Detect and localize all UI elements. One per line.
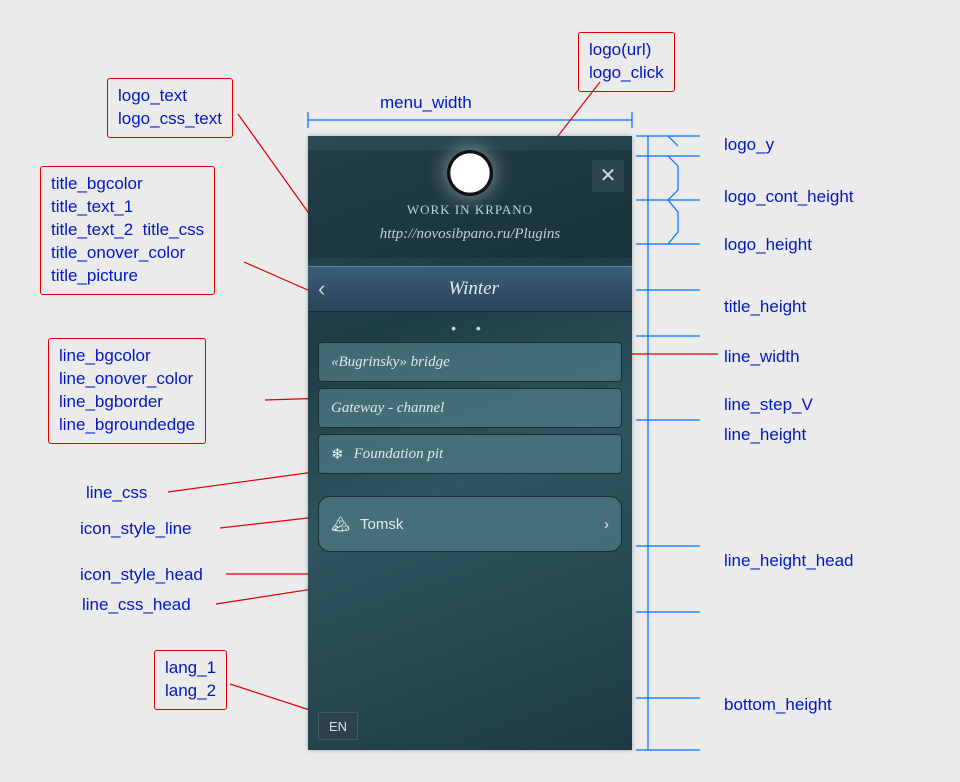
mountain-icon: 🏔 <box>331 515 350 533</box>
title-bar: ‹ Winter <box>308 266 632 312</box>
label-line-step-v: line_step_V <box>724 394 813 416</box>
box-line: line_bgcolor line_onover_color line_bgbo… <box>48 338 206 444</box>
label-line-height: line_height <box>724 424 806 446</box>
pagination-dots: • • <box>308 320 632 336</box>
language-button[interactable]: EN <box>318 712 358 740</box>
label-line-css: line_css <box>86 482 147 504</box>
label-line-css-head: line_css_head <box>82 594 191 616</box>
label-logo-cont-height: logo_cont_height <box>724 186 854 208</box>
label-logo-y: logo_y <box>724 134 774 156</box>
back-button[interactable]: ‹ <box>318 276 325 302</box>
menu-panel: ✕ WORK IN KRPANO http://novosibpano.ru/P… <box>308 136 632 750</box>
menu-item-label: Gateway - channel <box>331 400 444 417</box>
logo-icon[interactable] <box>447 150 493 196</box>
menu-item-gateway[interactable]: Gateway - channel <box>318 388 622 428</box>
label-title-height: title_height <box>724 296 806 318</box>
bottom-bar: EN <box>308 702 632 750</box>
label-icon-style-line: icon_style_line <box>80 518 192 540</box>
snowflake-icon: ❄ <box>331 445 344 464</box>
label-logo-height: logo_height <box>724 234 812 256</box>
box-lang: lang_1 lang_2 <box>154 650 227 710</box>
label-icon-style-head: icon_style_head <box>80 564 203 586</box>
chevron-right-icon: › <box>604 516 609 533</box>
logo-url-text[interactable]: http://novosibpano.ru/Plugins <box>308 226 632 243</box>
box-title: title_bgcolor title_text_1 title_text_2 … <box>40 166 215 295</box>
logo-container: ✕ WORK IN KRPANO http://novosibpano.ru/P… <box>308 150 632 258</box>
label-bottom-height: bottom_height <box>724 694 832 716</box>
label-line-height-head: line_height_head <box>724 550 854 572</box>
title-text: Winter <box>325 278 622 300</box>
menu-item-label: «Bugrinsky» bridge <box>331 354 450 371</box>
label-line-width: line_width <box>724 346 800 368</box>
label-menu-width: menu_width <box>380 92 472 114</box>
menu-head-label: Tomsk <box>360 516 403 533</box>
close-button[interactable]: ✕ <box>592 160 624 192</box>
box-logo-url: logo(url) logo_click <box>578 32 675 92</box>
menu-item-label: Foundation pit <box>354 446 444 463</box>
menu-item-bugrinsky[interactable]: «Bugrinsky» bridge <box>318 342 622 382</box>
menu-item-foundation[interactable]: ❄ Foundation pit <box>318 434 622 474</box>
menu-head-tomsk[interactable]: 🏔 Tomsk › <box>318 496 622 552</box>
logo-text: WORK IN KRPANO <box>308 202 632 218</box>
box-logo-text: logo_text logo_css_text <box>107 78 233 138</box>
